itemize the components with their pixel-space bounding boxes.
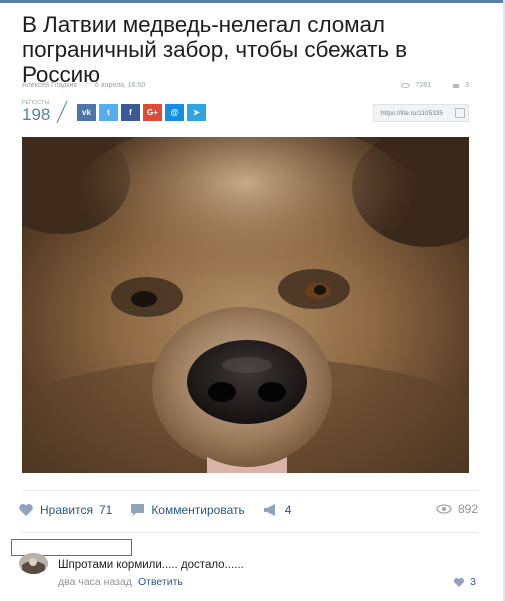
bear-image [22, 137, 469, 473]
like-label: Нравится [40, 503, 93, 517]
views-count: 892 [457, 502, 478, 516]
reposts-counter: РЕПОСТЫ 198 [22, 100, 50, 124]
divider [22, 532, 478, 533]
article-views: 7281 [415, 82, 432, 89]
comment-time[interactable]: два часа назад [58, 576, 132, 588]
mail-icon[interactable]: @ [165, 104, 184, 121]
google-plus-icon[interactable]: G+ [143, 104, 162, 121]
facebook-icon[interactable]: f [121, 104, 140, 121]
article-stats: 7281 3 [400, 82, 469, 89]
post-views: 892 [436, 502, 478, 516]
comment-text: Шпротами кормили..... достало...... [58, 559, 244, 571]
comment-bubble-icon [131, 504, 145, 516]
bear-photo[interactable] [22, 137, 469, 473]
comment-like-button[interactable]: 3 [453, 576, 476, 588]
reposts-count: 198 [22, 105, 51, 124]
divider-slash [56, 100, 68, 124]
like-button[interactable]: Нравится 71 [18, 503, 112, 517]
article-title: В Латвии медведь-нелегал сломал погранич… [22, 12, 407, 87]
copy-icon[interactable] [455, 108, 465, 118]
divider [22, 490, 478, 491]
share-count: 4 [284, 503, 292, 517]
article-meta: Алексей Гладких/6 апреля, 16:50 [22, 82, 146, 89]
publish-date: 6 апреля, 16:50 [94, 82, 146, 89]
comment-like-count: 3 [470, 576, 476, 588]
post-actions: Нравится 71 Комментировать 4 892 [18, 500, 478, 520]
comment-button[interactable]: Комментировать [130, 503, 245, 517]
comment-icon [453, 83, 460, 88]
comment-label: Комментировать [151, 503, 245, 517]
share-button[interactable]: 4 [263, 503, 292, 517]
short-url-field[interactable]: https://life.ru/1105335 [373, 104, 469, 122]
reply-link[interactable]: Ответить [138, 576, 183, 588]
twitter-icon[interactable]: t [99, 104, 118, 121]
megaphone-icon [263, 504, 275, 516]
eye-icon [400, 83, 410, 88]
short-url: https://life.ru/1105335 [381, 109, 444, 117]
eye-icon [436, 504, 452, 514]
top-bar [0, 0, 505, 3]
share-buttons: vk t f G+ @ ➤ [77, 104, 206, 121]
heart-icon [19, 504, 33, 516]
author-name[interactable]: Алексей Гладких [22, 82, 77, 89]
comment-meta: два часа назад Ответить [58, 576, 183, 588]
vk-icon[interactable]: vk [77, 104, 96, 121]
article-comment-count: 3 [465, 82, 469, 89]
telegram-icon[interactable]: ➤ [187, 104, 206, 121]
avatar[interactable] [19, 553, 48, 574]
like-count: 71 [98, 503, 113, 517]
heart-icon [454, 577, 465, 587]
